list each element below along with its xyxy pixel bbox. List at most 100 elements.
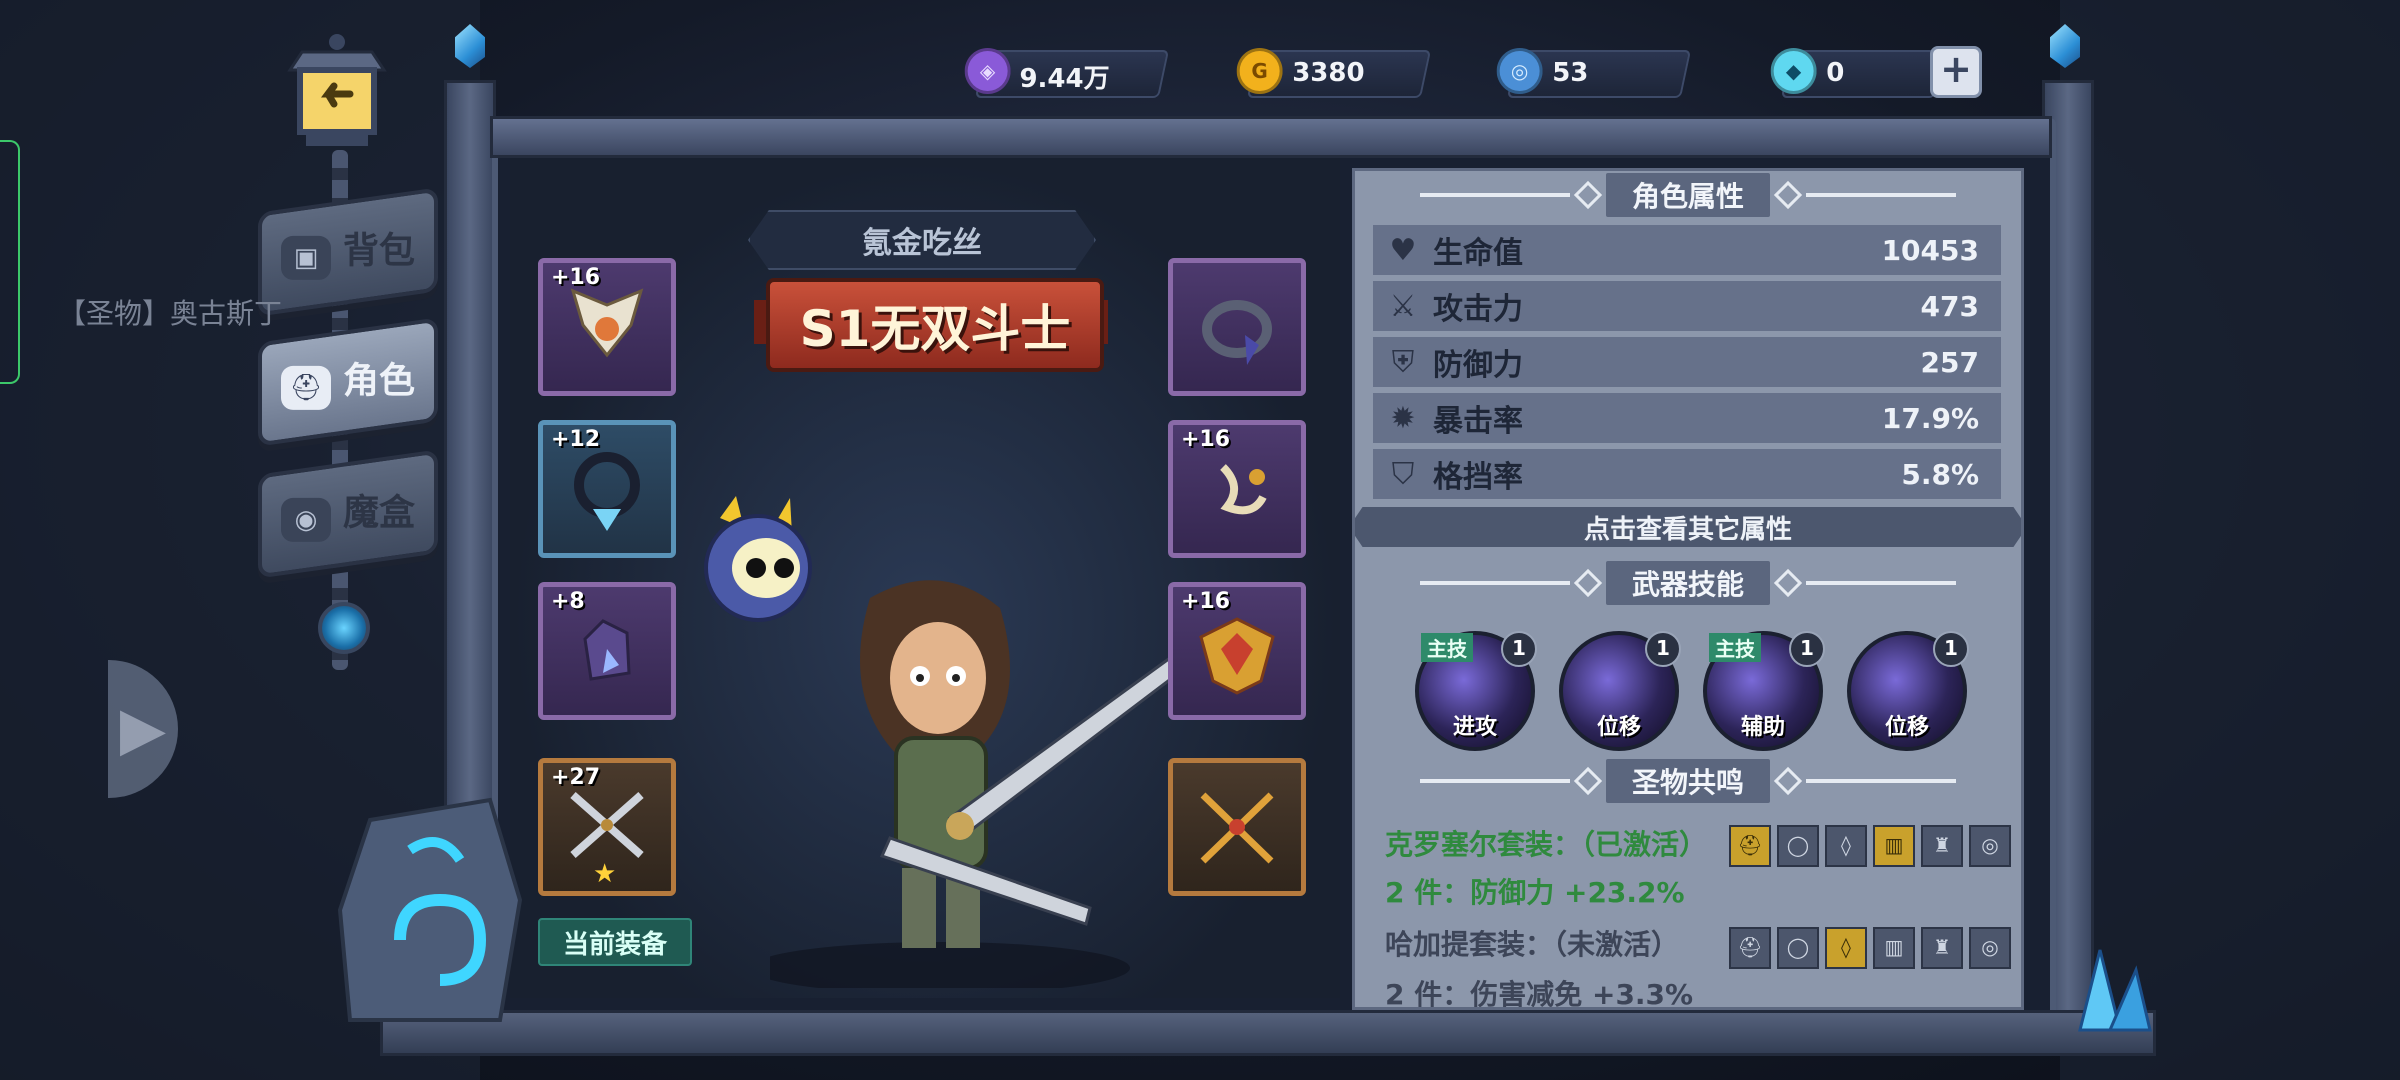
skill-support[interactable]: 主技 1 辅助 <box>1703 631 1825 751</box>
currency-value: 9.44万 <box>1019 64 1110 94</box>
set-bonus-active: 2 件：防御力 +23.2% <box>1385 876 1685 909</box>
equip-slot-amulet[interactable]: +16 <box>1168 420 1306 558</box>
section-title: 圣物共鸣 <box>1605 759 1770 803</box>
lantern-back-icon <box>287 34 387 146</box>
crystal-cluster-decoration <box>2078 949 2152 1032</box>
attr-label: 生命值 <box>1433 236 1523 271</box>
character-name: 氪金吃丝 <box>748 210 1096 270</box>
trophy-piece-icon: ♜ <box>1921 825 1963 867</box>
attr-row-attack: ⚔ 攻击力 473 <box>1373 281 2001 331</box>
crossed-swords-icon <box>1200 792 1274 864</box>
main-skill-tag: 主技 <box>1709 633 1761 662</box>
heart-icon: ♥ <box>1389 232 1417 268</box>
set-pieces: ⛑ ◯ ◊ ▥ ♜ ◎ <box>1729 927 2011 969</box>
skill-name: 位移 <box>1596 715 1641 740</box>
helmet-piece-icon: ⛑ <box>1729 927 1771 969</box>
winged-crest-icon <box>570 288 644 358</box>
attr-value: 257 <box>1920 345 1979 379</box>
equip-slot-helmet[interactable]: +16 <box>538 258 676 396</box>
skill-level: 1 <box>1789 631 1825 667</box>
more-attributes-button[interactable]: 点击查看其它属性 <box>1355 507 2021 547</box>
relic-resonance-header: 圣物共鸣 <box>1355 759 2021 803</box>
board-top-beam <box>490 116 2052 158</box>
sword-icon: ⚔ <box>1389 288 1417 324</box>
tab-label: 角色 <box>342 360 415 402</box>
currency-purple[interactable]: ◈ 9.44万 <box>964 48 1170 98</box>
diamond-icon: ◆ <box>1770 48 1817 94</box>
amulet-icon <box>1220 464 1267 515</box>
set-pieces: ⛑ ◯ ◊ ▥ ♜ ◎ <box>1729 825 2011 867</box>
helmet-piece-icon: ⛑ <box>1729 825 1771 867</box>
equip-slot-necklace[interactable]: +12 <box>538 420 676 558</box>
necklace-icon <box>574 452 640 531</box>
currency-value: 53 <box>1552 58 1589 88</box>
rune-stone-decoration <box>337 797 523 1022</box>
attr-row-defense: ⛨ 防御力 257 <box>1373 337 2001 387</box>
skill-level: 1 <box>1501 631 1537 667</box>
attr-value: 10453 <box>1881 233 1979 267</box>
attr-row-crit: ✹ 暴击率 17.9% <box>1373 393 2001 443</box>
armor-piece-icon: ▥ <box>1873 927 1915 969</box>
shield-crest-icon <box>1199 617 1275 695</box>
back-button[interactable] <box>272 30 402 150</box>
skill-attack[interactable]: 主技 1 进攻 <box>1415 631 1537 751</box>
ring-piece-icon: ◯ <box>1777 825 1819 867</box>
main-skill-tag: 主技 <box>1421 633 1473 662</box>
currency-gold[interactable]: G 3380 <box>1236 48 1432 98</box>
skill-name: 位移 <box>1884 715 1929 740</box>
equip-slot-armor[interactable]: +16 <box>1168 582 1306 720</box>
currency-value: 3380 <box>1292 58 1365 88</box>
skill-level: 1 <box>1645 631 1681 667</box>
medal-piece-icon: ◎ <box>1969 927 2011 969</box>
skill-dash[interactable]: 1 位移 <box>1559 631 1681 751</box>
attr-value: 473 <box>1920 289 1979 323</box>
skill-name: 进攻 <box>1452 715 1497 740</box>
amulet-piece-icon: ◊ <box>1825 927 1867 969</box>
ring-piece-icon: ◯ <box>1777 927 1819 969</box>
orb-decoration <box>318 602 370 654</box>
star-icon: ★ <box>593 859 617 889</box>
attr-value: 17.9% <box>1881 401 1979 435</box>
side-panel-edge[interactable] <box>0 140 20 384</box>
trophy-piece-icon: ♜ <box>1921 927 1963 969</box>
bag-icon: ▣ <box>280 235 331 280</box>
weapon-skills-header: 武器技能 <box>1355 561 2021 605</box>
attributes-panel: 角色属性 ♥ 生命值 10453 ⚔ 攻击力 473 ⛨ 防御力 257 ✹ 暴… <box>1352 168 2024 1010</box>
attr-label: 攻击力 <box>1433 292 1523 327</box>
box-icon: ◉ <box>280 497 331 542</box>
section-title: 武器技能 <box>1605 561 1770 605</box>
equip-slot-offhand[interactable] <box>1168 758 1306 896</box>
gauntlet-icon <box>583 619 631 681</box>
gold-coin-icon: G <box>1236 48 1283 94</box>
tab-label: 背包 <box>342 230 415 272</box>
attr-label: 格挡率 <box>1433 460 1523 495</box>
equip-slot-ring[interactable] <box>1168 258 1306 396</box>
equip-slot-gloves[interactable]: +8 <box>538 582 676 720</box>
background-right <box>2060 0 2400 1080</box>
title-text: S1无双斗士 <box>799 300 1071 358</box>
attr-label: 暴击率 <box>1433 404 1523 439</box>
current-equipment-tab[interactable]: 当前装备 <box>538 918 692 966</box>
attr-row-hp: ♥ 生命值 10453 <box>1373 225 2001 275</box>
ring-icon <box>1202 300 1272 365</box>
currency-orb[interactable]: ◎ 53 <box>1496 48 1692 98</box>
currency-value: 0 <box>1826 58 1845 88</box>
helmet-icon: ⛑ <box>280 365 331 410</box>
relic-name: 【圣物】奥古斯丁 <box>58 297 283 330</box>
medal-piece-icon: ◎ <box>1969 825 2011 867</box>
section-title: 角色属性 <box>1605 173 1770 217</box>
board-bottom-beam <box>380 1010 2156 1056</box>
add-currency-button[interactable]: + <box>1930 46 1982 98</box>
block-icon: ⛉ <box>1391 456 1415 492</box>
equip-slot-weapon[interactable]: +27 ★ <box>538 758 676 896</box>
currency-diamond[interactable]: ◆ 0 <box>1770 48 1946 98</box>
armor-piece-icon: ▥ <box>1873 825 1915 867</box>
character-title-banner[interactable]: S1无双斗士 <box>766 278 1104 372</box>
tab-label: 魔盒 <box>342 492 415 534</box>
skill-dash-2[interactable]: 1 位移 <box>1847 631 1969 751</box>
attr-value: 5.8% <box>1901 457 1979 491</box>
set-name-active: 克罗塞尔套装：（已激活） <box>1385 828 1708 861</box>
purple-coin-icon: ◈ <box>964 48 1011 94</box>
set-bonus-inactive: 2 件：伤害减免 +3.3% <box>1385 978 1694 1010</box>
skill-level: 1 <box>1933 631 1969 667</box>
